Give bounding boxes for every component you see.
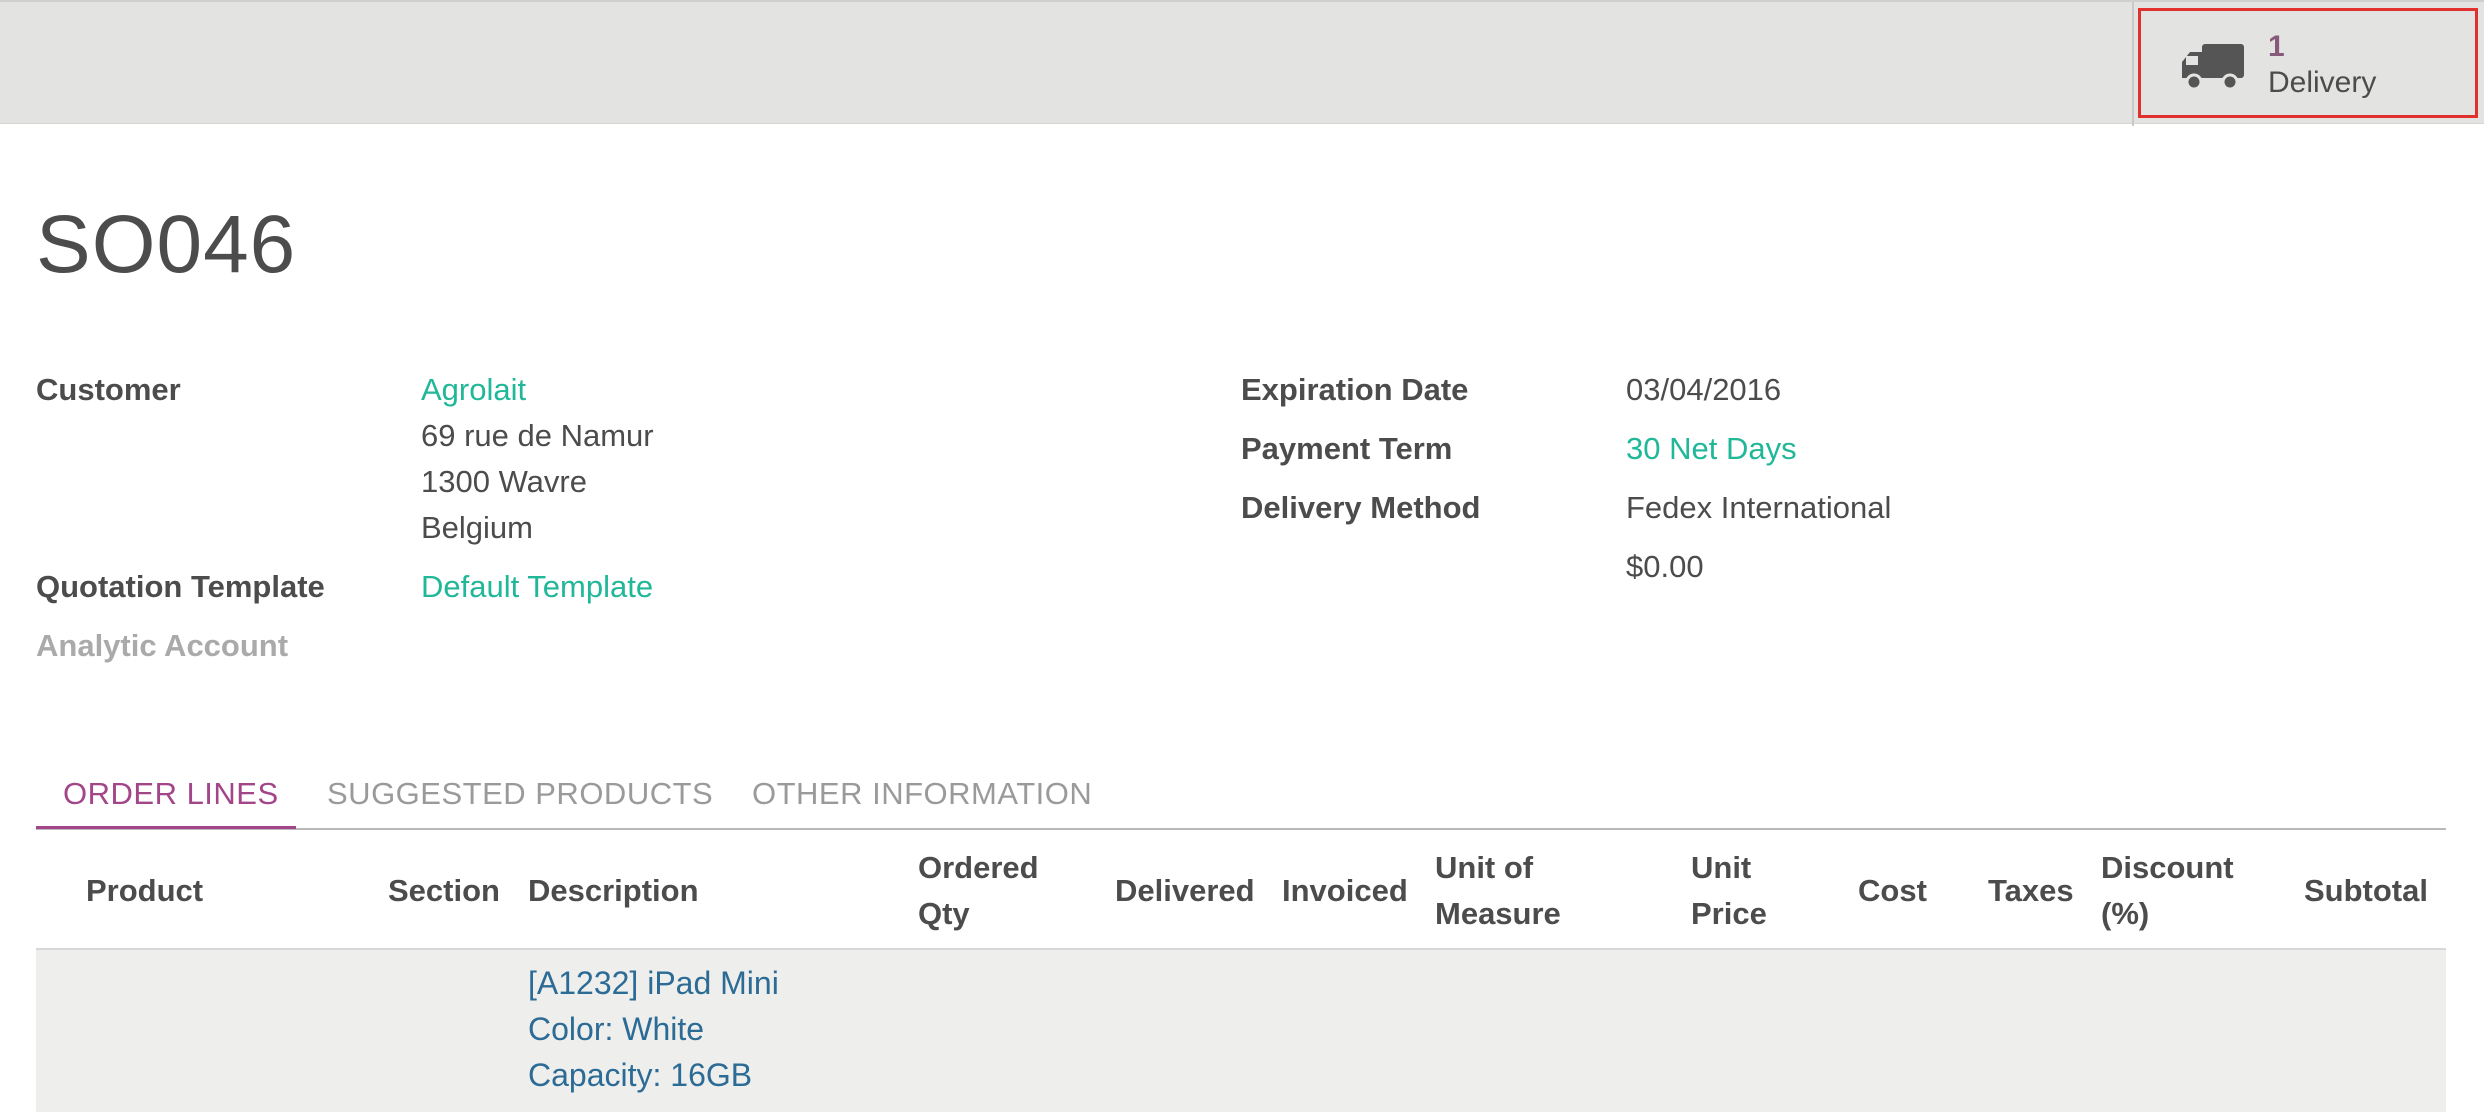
quotation-template-label: Quotation Template xyxy=(36,569,325,604)
sale-order-form: 1 Delivery SO046 Customer Agrolait 69 ru… xyxy=(0,0,2484,1112)
row-description-line: Color: White xyxy=(528,1011,705,1047)
row-description-line: [A1232] iPad Mini xyxy=(528,965,779,1001)
payment-term-label: Payment Term xyxy=(1241,431,1453,466)
column-subtotal[interactable]: Subtotal xyxy=(2304,868,2428,914)
customer-label: Customer xyxy=(36,372,181,407)
expiration-date-label: Expiration Date xyxy=(1241,372,1469,407)
customer-address-line1: 69 rue de Namur xyxy=(421,418,654,453)
column-section[interactable]: Section xyxy=(388,868,500,914)
column-delivered[interactable]: Delivered xyxy=(1115,868,1255,914)
analytic-account-label: Analytic Account xyxy=(36,628,289,663)
column-taxes[interactable]: Taxes xyxy=(1988,868,2074,914)
column-product[interactable]: Product xyxy=(86,868,203,914)
tab-suggested-products[interactable]: SUGGESTED PRODUCTS xyxy=(327,776,713,812)
column-unit-price[interactable]: Unit Price xyxy=(1691,845,1767,937)
column-discount[interactable]: Discount (%) xyxy=(2101,845,2234,937)
truck-icon xyxy=(2180,42,2246,92)
quotation-template-link[interactable]: Default Template xyxy=(421,569,653,605)
delivery-method-value[interactable]: Fedex International xyxy=(1626,490,1891,526)
row-description[interactable]: [A1232] iPad Mini Color: White Capacity:… xyxy=(528,960,779,1098)
page-title: SO046 xyxy=(36,199,297,290)
delivery-count: 1 xyxy=(2268,30,2285,63)
payment-term-link[interactable]: 30 Net Days xyxy=(1626,431,1797,467)
customer-address-line3: Belgium xyxy=(421,510,533,545)
active-tab-indicator xyxy=(36,826,296,829)
row-description-line: Capacity: 16GB xyxy=(528,1057,753,1093)
column-ordered-qty[interactable]: Ordered Qty xyxy=(918,845,1039,937)
table-row[interactable] xyxy=(36,950,2446,1112)
notebook-tabs: ORDER LINES SUGGESTED PRODUCTS OTHER INF… xyxy=(36,756,2446,830)
tab-order-lines[interactable]: ORDER LINES xyxy=(63,776,279,812)
customer-link[interactable]: Agrolait xyxy=(421,372,526,408)
delivery-price: $0.00 xyxy=(1626,549,1704,584)
delivery-label: Delivery xyxy=(2268,66,2377,99)
column-unit-of-measure[interactable]: Unit of Measure xyxy=(1435,845,1561,937)
column-cost[interactable]: Cost xyxy=(1858,868,1927,914)
customer-address-line2: 1300 Wavre xyxy=(421,464,587,499)
column-invoiced[interactable]: Invoiced xyxy=(1282,868,1408,914)
button-box: 1 Delivery xyxy=(0,0,2484,126)
column-description[interactable]: Description xyxy=(528,868,699,914)
expiration-date-value[interactable]: 03/04/2016 xyxy=(1626,372,1781,408)
delivery-method-label: Delivery Method xyxy=(1241,490,1481,525)
tab-other-information[interactable]: OTHER INFORMATION xyxy=(752,776,1092,812)
